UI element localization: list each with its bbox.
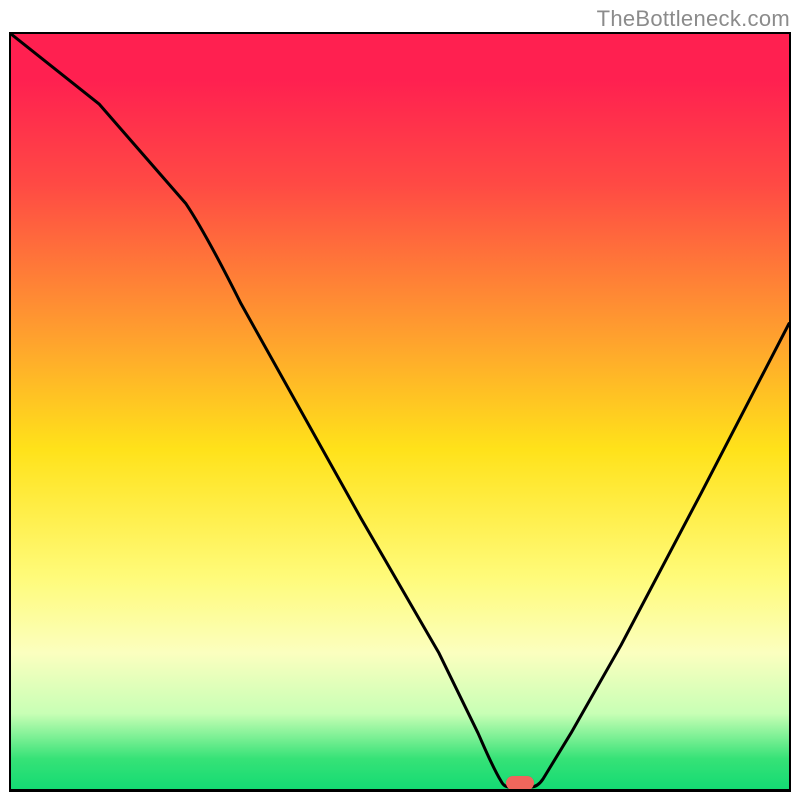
plot-area (9, 32, 791, 792)
curve-svg (11, 34, 789, 789)
chart-root: TheBottleneck.com (0, 0, 800, 800)
watermark-text: TheBottleneck.com (597, 6, 790, 32)
optimal-marker (506, 776, 534, 790)
bottleneck-curve (11, 34, 789, 787)
